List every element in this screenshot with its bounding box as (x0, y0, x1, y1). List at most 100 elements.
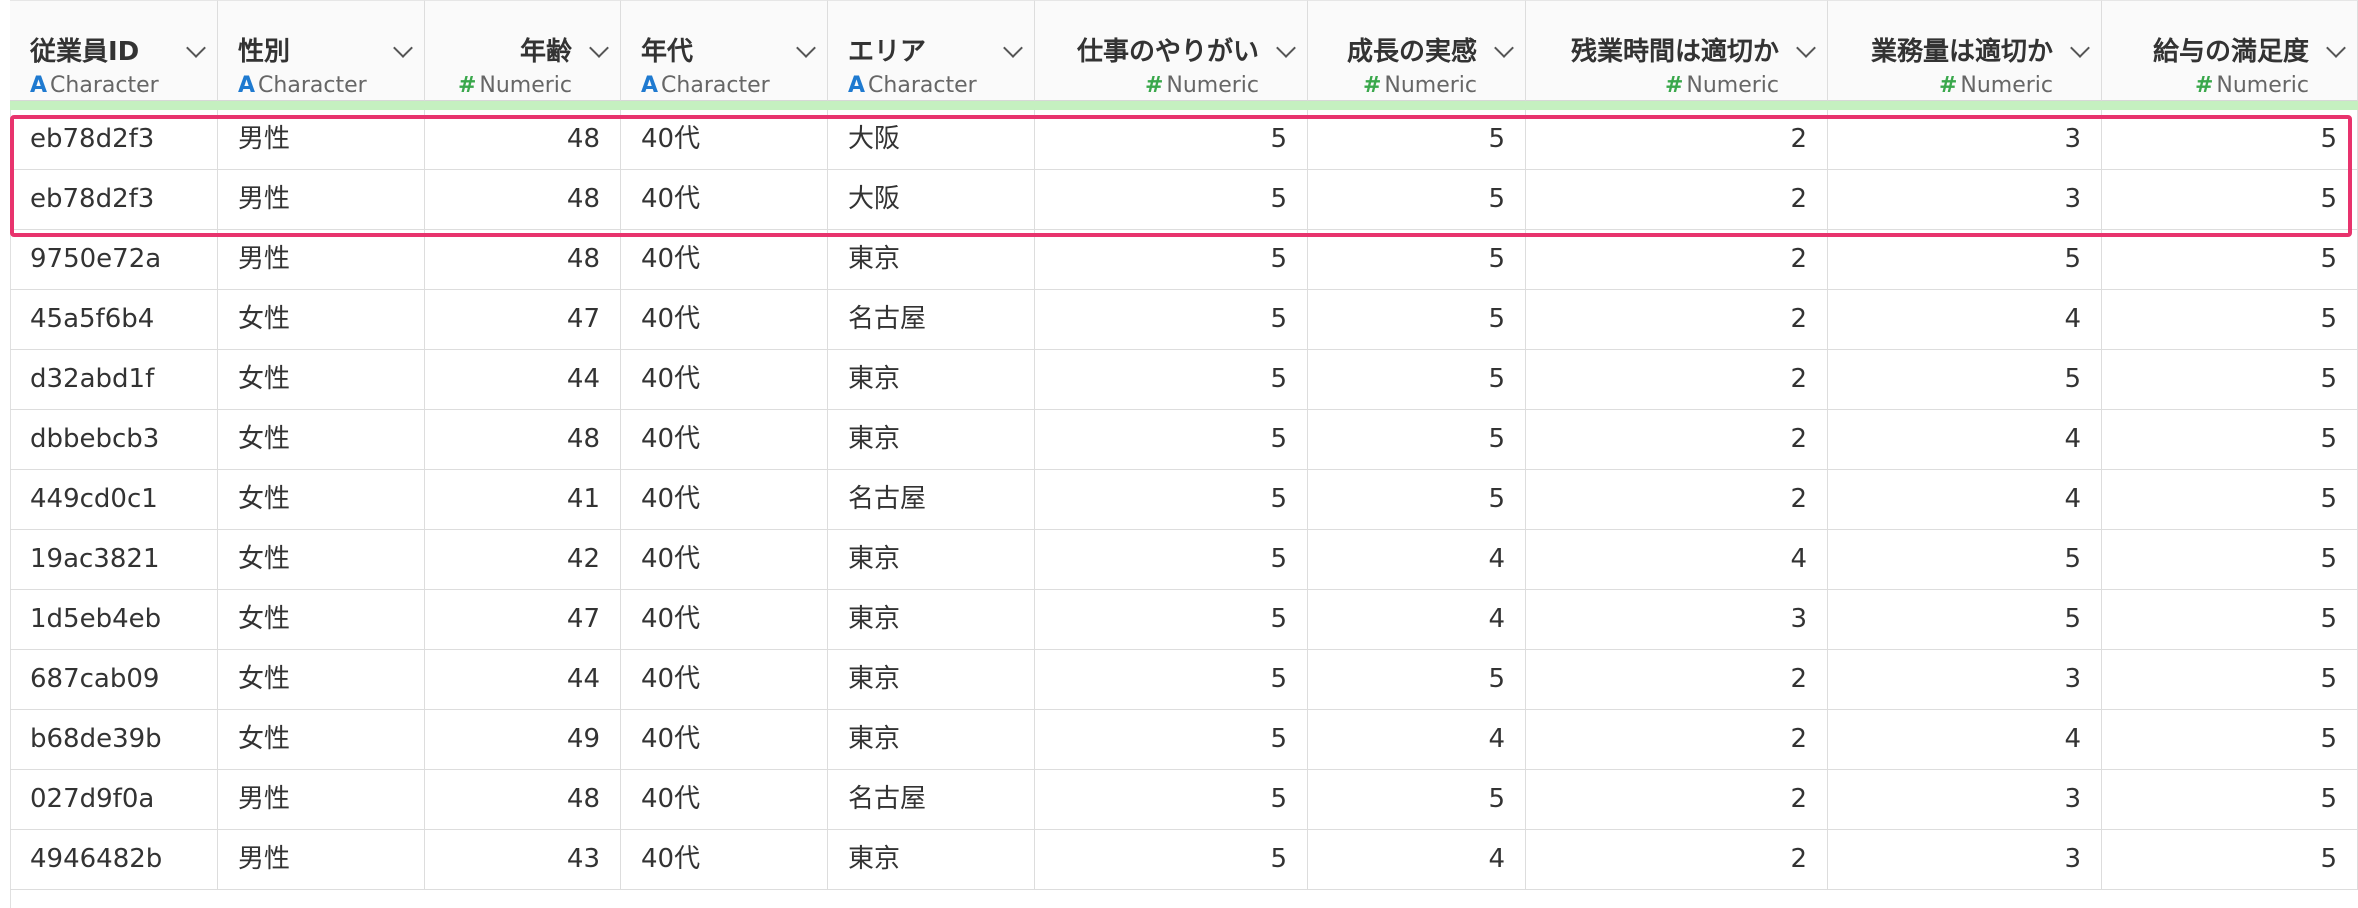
table-cell: 40代 (621, 290, 828, 350)
table-row[interactable]: 1d5eb4eb 女性 47 40代 東京 5 4 3 5 5 (10, 590, 2358, 650)
column-header[interactable]: 残業時間は適切か # Numeric (1526, 0, 1828, 101)
table-cell: 5 (2102, 650, 2358, 710)
table-cell: 5 (1308, 650, 1526, 710)
table-cell: 027d9f0a (10, 770, 218, 830)
column-type-label: Numeric (2216, 73, 2309, 98)
table-cell: 5 (1308, 290, 1526, 350)
table-cell: 449cd0c1 (10, 470, 218, 530)
chevron-down-icon[interactable] (393, 38, 413, 58)
table-row[interactable]: 027d9f0a 男性 48 40代 名古屋 5 5 2 3 5 (10, 770, 2358, 830)
table-cell: 2 (1526, 110, 1828, 170)
table-cell: 4946482b (10, 830, 218, 890)
chevron-down-icon[interactable] (2326, 38, 2346, 58)
table-cell: 2 (1526, 830, 1828, 890)
chevron-down-icon[interactable] (796, 38, 816, 58)
column-type: # Numeric (1363, 73, 1477, 98)
table-row[interactable]: dbbebcb3 女性 48 40代 東京 5 5 2 4 5 (10, 410, 2358, 470)
column-header[interactable]: 年齢 # Numeric (425, 0, 621, 101)
table-cell: 5 (1308, 110, 1526, 170)
table-cell: 48 (425, 410, 621, 470)
column-type-label: Character (868, 73, 977, 98)
table-cell: 40代 (621, 470, 828, 530)
table-cell: 3 (1828, 110, 2102, 170)
table-row[interactable]: 19ac3821 女性 42 40代 東京 5 4 4 5 5 (10, 530, 2358, 590)
table-cell: 3 (1828, 770, 2102, 830)
numeric-type-icon: # (1664, 73, 1684, 98)
table-cell: 5 (1035, 170, 1308, 230)
table-cell: 19ac3821 (10, 530, 218, 590)
table-cell: 47 (425, 290, 621, 350)
table-cell: eb78d2f3 (10, 170, 218, 230)
chevron-down-icon[interactable] (1796, 38, 1816, 58)
chevron-down-icon[interactable] (589, 38, 609, 58)
table-row[interactable]: 45a5f6b4 女性 47 40代 名古屋 5 5 2 4 5 (10, 290, 2358, 350)
table-cell: 5 (1828, 530, 2102, 590)
column-title: 年齢 (519, 37, 572, 67)
column-type-label: Character (50, 73, 159, 98)
chevron-down-icon[interactable] (1494, 38, 1514, 58)
table-cell: 4 (1308, 590, 1526, 650)
column-type: A Character (848, 73, 977, 98)
column-header[interactable]: 従業員ID A Character (10, 0, 218, 101)
table-cell: 47 (425, 590, 621, 650)
table-row[interactable]: 449cd0c1 女性 41 40代 名古屋 5 5 2 4 5 (10, 470, 2358, 530)
column-title: 年代 (641, 37, 694, 67)
character-type-icon: A (30, 73, 48, 98)
table-row[interactable]: b68de39b 女性 49 40代 東京 5 4 2 4 5 (10, 710, 2358, 770)
column-title: 仕事のやりがい (1076, 37, 1259, 67)
table-cell: 4 (1308, 710, 1526, 770)
table-cell: 女性 (218, 650, 425, 710)
table-cell: 2 (1526, 350, 1828, 410)
column-header[interactable]: 仕事のやりがい # Numeric (1035, 0, 1308, 101)
column-header[interactable]: 性別 A Character (218, 0, 425, 101)
table-cell: 48 (425, 170, 621, 230)
table-cell: 5 (2102, 830, 2358, 890)
table-cell: 名古屋 (828, 470, 1035, 530)
table-cell: 5 (1828, 230, 2102, 290)
table-cell: 5 (1308, 470, 1526, 530)
table-cell: 5 (2102, 410, 2358, 470)
table-cell: 4 (1308, 830, 1526, 890)
table-cell: 東京 (828, 590, 1035, 650)
table-row[interactable]: 9750e72a 男性 48 40代 東京 5 5 2 5 5 (10, 230, 2358, 290)
table-cell: 女性 (218, 530, 425, 590)
table-cell: 5 (2102, 770, 2358, 830)
chevron-down-icon[interactable] (1276, 38, 1296, 58)
table-cell: dbbebcb3 (10, 410, 218, 470)
chevron-down-icon[interactable] (2070, 38, 2090, 58)
table-cell: 40代 (621, 410, 828, 470)
column-header[interactable]: エリア A Character (828, 0, 1035, 101)
table-cell: 4 (1828, 410, 2102, 470)
table-body: eb78d2f3 男性 48 40代 大阪 5 5 2 3 5 eb78d2f3 男性 48 40代 大阪 5… (10, 110, 2358, 890)
table-cell: 40代 (621, 230, 828, 290)
table-cell: 1d5eb4eb (10, 590, 218, 650)
column-type: A Character (238, 73, 367, 98)
column-header[interactable]: 成長の実感 # Numeric (1308, 0, 1526, 101)
table-cell: 5 (1035, 410, 1308, 470)
table-row[interactable]: 4946482b 男性 43 40代 東京 5 4 2 3 5 (10, 830, 2358, 890)
table-cell: 5 (1828, 590, 2102, 650)
numeric-type-icon: # (1144, 73, 1164, 98)
table-cell: 2 (1526, 710, 1828, 770)
table-row[interactable]: eb78d2f3 男性 48 40代 大阪 5 5 2 3 5 (10, 170, 2358, 230)
table-cell: 東京 (828, 650, 1035, 710)
column-title: 給与の満足度 (2152, 37, 2309, 67)
chevron-down-icon[interactable] (1003, 38, 1023, 58)
table-cell: 5 (1035, 290, 1308, 350)
table-cell: eb78d2f3 (10, 110, 218, 170)
table-cell: 44 (425, 350, 621, 410)
table-cell: 40代 (621, 350, 828, 410)
table-cell: 男性 (218, 170, 425, 230)
table-row[interactable]: d32abd1f 女性 44 40代 東京 5 5 2 5 5 (10, 350, 2358, 410)
column-header[interactable]: 年代 A Character (621, 0, 828, 101)
table-cell: 40代 (621, 650, 828, 710)
column-header[interactable]: 業務量は適切か # Numeric (1828, 0, 2102, 101)
chevron-down-icon[interactable] (186, 38, 206, 58)
table-row[interactable]: 687cab09 女性 44 40代 東京 5 5 2 3 5 (10, 650, 2358, 710)
column-type-label: Character (661, 73, 770, 98)
table-cell: 女性 (218, 410, 425, 470)
column-header[interactable]: 給与の満足度 # Numeric (2102, 0, 2358, 101)
table-cell: 名古屋 (828, 290, 1035, 350)
table-row[interactable]: eb78d2f3 男性 48 40代 大阪 5 5 2 3 5 (10, 110, 2358, 170)
table-cell: 5 (1308, 770, 1526, 830)
